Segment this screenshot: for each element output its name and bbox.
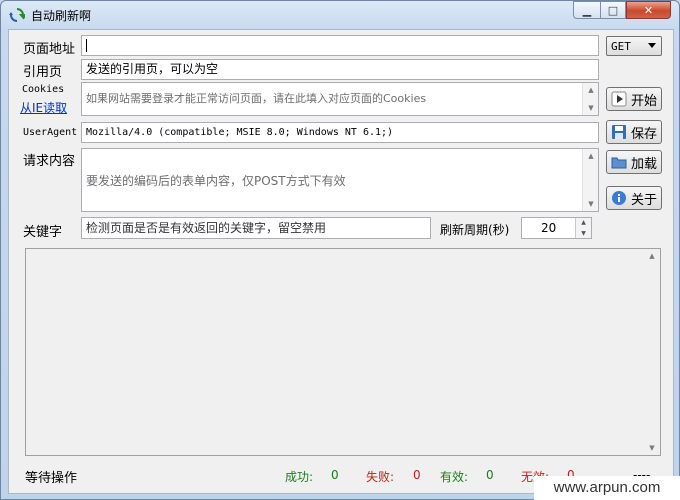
app-window: 自动刷新啊 ▁ □ ✕ 页面地址 GET 引用页 发送的引用页，可以为空 Coo… — [0, 0, 680, 500]
title-bar[interactable]: 自动刷新啊 ▁ □ ✕ — [1, 1, 679, 27]
body-label: 请求内容 — [23, 154, 76, 169]
chevron-down-icon — [648, 43, 656, 48]
cookies-scrollbar[interactable]: ▲ ▼ — [582, 83, 598, 115]
method-value: GET — [611, 40, 631, 53]
start-button-label: 开始 — [631, 93, 658, 109]
refresh-period-value: 20 — [541, 221, 557, 235]
cookies-label: Cookies — [22, 84, 65, 95]
fail-count: 0 — [413, 468, 421, 482]
cookies-value: 如果网站需要登录才能正常访问页面，请在此填入对应页面的Cookies — [86, 92, 427, 105]
url-input[interactable] — [81, 35, 599, 56]
body-input[interactable]: 要发送的编码后的表单内容，仅POST方式下有效 ▲ ▼ — [81, 148, 599, 212]
body-value: 要发送的编码后的表单内容，仅POST方式下有效 — [86, 174, 346, 188]
keyword-input[interactable]: 检测页面是否是有效返回的关键字，留空禁用 — [81, 217, 431, 239]
keyword-value: 检测页面是否是有效返回的关键字，留空禁用 — [86, 221, 327, 235]
scroll-down-icon[interactable]: ▼ — [644, 441, 660, 455]
valid-label: 有效: — [440, 470, 469, 484]
scroll-down-icon[interactable]: ▼ — [583, 197, 598, 211]
refresh-period-label: 刷新周期(秒) — [440, 223, 510, 237]
referer-value: 发送的引用页，可以为空 — [86, 62, 219, 76]
about-button-label: 关于 — [631, 192, 658, 208]
close-button[interactable]: ✕ — [626, 1, 671, 19]
keyword-label: 关键字 — [23, 225, 63, 240]
close-icon: ✕ — [643, 3, 654, 17]
floppy-disk-icon — [611, 124, 627, 140]
play-icon — [611, 91, 627, 107]
log-scrollbar[interactable]: ▲ ▼ — [644, 249, 660, 455]
user-agent-input[interactable]: Mozilla/4.0 (compatible; MSIE 8.0; Windo… — [81, 122, 599, 143]
log-output-area[interactable]: ▲ ▼ — [25, 248, 661, 456]
fail-label: 失败: — [366, 470, 395, 484]
scroll-down-icon[interactable]: ▼ — [583, 101, 598, 115]
cookies-input[interactable]: 如果网站需要登录才能正常访问页面，请在此填入对应页面的Cookies ▲ ▼ — [81, 82, 599, 116]
minimize-button[interactable]: ▁ — [573, 1, 600, 19]
refresh-period-stepper[interactable]: 20 ▲ ▼ — [521, 217, 592, 239]
url-label: 页面地址 — [23, 42, 76, 57]
info-icon — [611, 190, 627, 206]
folder-icon — [611, 154, 627, 170]
scroll-up-icon[interactable]: ▲ — [583, 149, 598, 163]
method-select[interactable]: GET — [606, 36, 662, 56]
status-text: 等待操作 — [25, 471, 78, 486]
window-title: 自动刷新啊 — [31, 9, 92, 23]
scroll-up-icon[interactable]: ▲ — [583, 83, 598, 97]
user-agent-label: UserAgent — [23, 127, 78, 138]
maximize-button[interactable]: □ — [600, 1, 626, 19]
user-agent-value: Mozilla/4.0 (compatible; MSIE 8.0; Windo… — [86, 127, 394, 138]
read-from-ie-link[interactable]: 从IE读取 — [20, 99, 67, 116]
load-button[interactable]: 加载 — [606, 150, 662, 174]
refresh-arrows-icon — [9, 7, 29, 23]
stepper-down-icon[interactable]: ▼ — [576, 229, 591, 238]
scroll-up-icon[interactable]: ▲ — [644, 249, 660, 263]
text-cursor — [86, 39, 87, 52]
stepper-up-icon[interactable]: ▲ — [576, 218, 591, 227]
save-button-label: 保存 — [631, 126, 658, 142]
body-scrollbar[interactable]: ▲ ▼ — [582, 149, 598, 211]
maximize-icon: □ — [607, 3, 619, 17]
watermark: www.arpun.com — [534, 476, 680, 500]
success-count: 0 — [331, 468, 339, 482]
stepper-buttons[interactable]: ▲ ▼ — [575, 218, 591, 238]
referer-input[interactable]: 发送的引用页，可以为空 — [81, 59, 599, 80]
save-button[interactable]: 保存 — [606, 120, 662, 144]
success-label: 成功: — [285, 470, 314, 484]
minimize-icon: ▁ — [582, 3, 592, 17]
load-button-label: 加载 — [631, 156, 658, 172]
valid-count: 0 — [486, 468, 494, 482]
main-panel: 页面地址 GET 引用页 发送的引用页，可以为空 Cookies 从IE读取 如… — [8, 29, 674, 494]
start-button[interactable]: 开始 — [606, 87, 662, 111]
about-button[interactable]: 关于 — [606, 186, 662, 210]
referer-label: 引用页 — [23, 65, 63, 80]
